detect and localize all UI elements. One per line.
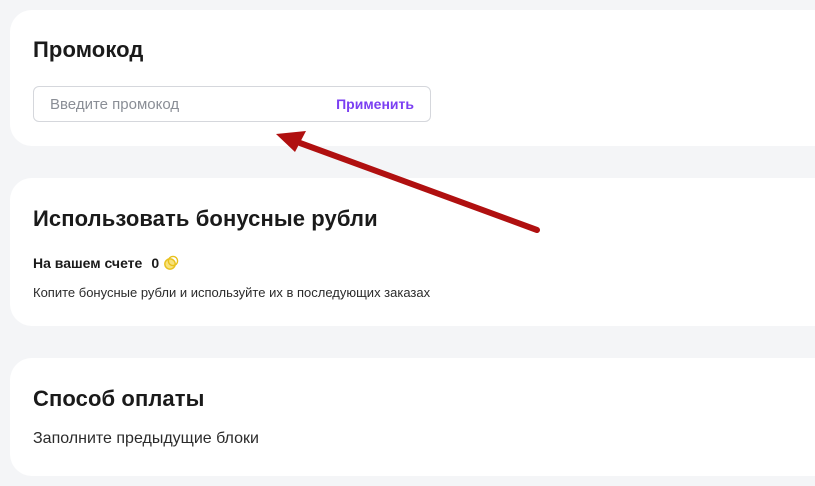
bonus-balance: На вашем счете 0 <box>33 255 179 271</box>
apply-promo-button[interactable]: Применить <box>336 87 414 121</box>
promo-title: Промокод <box>33 37 144 62</box>
bonus-card: Использовать бонусные рубли На вашем сче… <box>10 178 815 326</box>
payment-title: Способ оплаты <box>33 386 205 411</box>
payment-hint: Заполните предыдущие блоки <box>33 430 259 447</box>
bonus-hint: Копите бонусные рубли и используйте их в… <box>33 285 431 300</box>
balance-value: 0 <box>151 255 160 271</box>
payment-card: Способ оплаты Заполните предыдущие блоки <box>10 358 815 476</box>
bonus-title: Использовать бонусные рубли <box>33 206 378 231</box>
promo-input[interactable] <box>50 87 320 121</box>
promo-field: Применить <box>33 86 431 122</box>
coin-icon <box>163 255 179 271</box>
promo-card: Промокод Применить <box>10 10 815 146</box>
balance-label: На вашем счете <box>33 255 143 271</box>
